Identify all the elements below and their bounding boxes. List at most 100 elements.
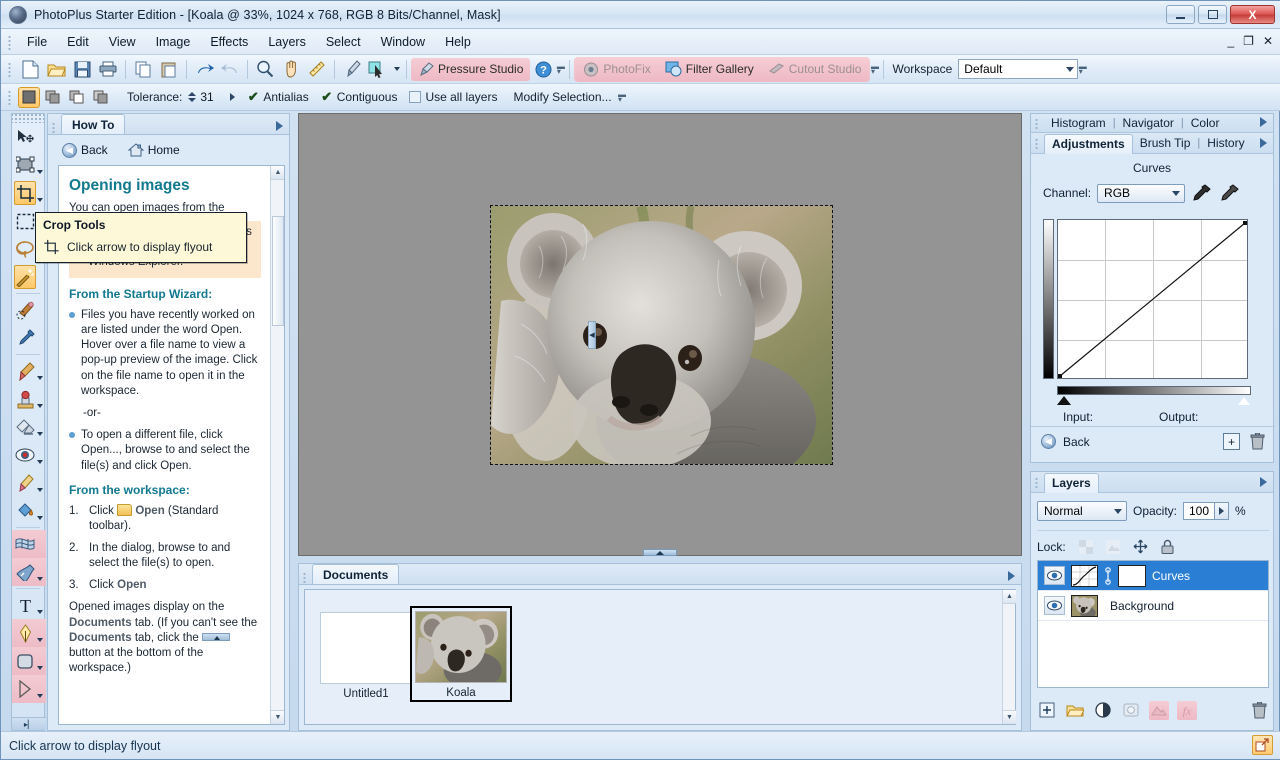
resize-grip-icon[interactable] bbox=[1252, 735, 1273, 755]
move-tool[interactable] bbox=[12, 123, 46, 151]
scroll-up-arrow-icon[interactable]: ▲ bbox=[271, 166, 284, 180]
studio-overflow-button[interactable]: ▬ ▾ bbox=[870, 58, 879, 80]
pen-tool[interactable] bbox=[12, 619, 46, 647]
use-all-layers-checkbox[interactable]: Use all layers bbox=[409, 90, 497, 104]
how-to-grip[interactable] bbox=[51, 121, 58, 134]
how-to-scrollbar[interactable]: ▲ ▼ bbox=[270, 166, 284, 724]
photofix-button[interactable]: PhotoFix bbox=[576, 57, 658, 81]
tab-documents[interactable]: Documents bbox=[312, 564, 400, 584]
transform-tool[interactable] bbox=[12, 151, 46, 179]
scrollbar-thumb[interactable] bbox=[272, 216, 284, 326]
channel-select[interactable]: RGB bbox=[1097, 183, 1186, 203]
brush-icon[interactable] bbox=[340, 58, 364, 81]
paste-icon[interactable] bbox=[157, 58, 181, 81]
panel-expand-icon[interactable] bbox=[1260, 138, 1267, 148]
chevron-down-icon[interactable] bbox=[37, 666, 43, 670]
close-button[interactable]: X bbox=[1230, 5, 1275, 24]
pan-hand-icon[interactable] bbox=[279, 58, 303, 81]
layer-effects-button[interactable] bbox=[1149, 700, 1169, 720]
how-to-home-button[interactable]: Home bbox=[127, 143, 180, 157]
mdi-restore-button[interactable]: ❐ bbox=[1243, 34, 1254, 48]
chevron-down-icon[interactable] bbox=[37, 170, 43, 174]
clone-stamp-tool[interactable] bbox=[12, 385, 46, 413]
scroll-up-arrow-icon[interactable]: ▲ bbox=[1003, 590, 1016, 604]
white-point-slider[interactable] bbox=[1237, 396, 1251, 405]
chevron-down-icon[interactable] bbox=[37, 376, 43, 380]
menu-file[interactable]: File bbox=[17, 32, 57, 52]
tab-histogram[interactable]: Histogram bbox=[1044, 114, 1113, 132]
new-selection-button[interactable] bbox=[18, 86, 40, 108]
measure-icon[interactable] bbox=[305, 58, 329, 81]
menu-edit[interactable]: Edit bbox=[57, 32, 99, 52]
documents-scrollbar[interactable]: ▲ ▼ bbox=[1002, 590, 1016, 724]
intersect-selection-button[interactable] bbox=[90, 87, 112, 108]
lock-all-icon[interactable] bbox=[1161, 539, 1174, 554]
paint-bucket-tool[interactable] bbox=[12, 497, 46, 525]
workspace-select[interactable]: Default bbox=[958, 59, 1079, 79]
adjustment-layer-button[interactable] bbox=[1093, 701, 1113, 720]
toolbox-grip[interactable] bbox=[12, 114, 44, 123]
image-canvas[interactable] bbox=[490, 205, 833, 465]
scroll-down-arrow-icon[interactable]: ▼ bbox=[1003, 710, 1016, 724]
chevron-down-icon[interactable] bbox=[37, 638, 43, 642]
panel-expand-icon[interactable] bbox=[276, 121, 283, 131]
fx-button[interactable]: fx bbox=[1177, 700, 1197, 720]
document-item-koala[interactable]: Koala bbox=[410, 606, 512, 702]
layer-visibility-eye-icon[interactable] bbox=[1044, 566, 1065, 585]
opacity-input[interactable]: 100 bbox=[1183, 502, 1216, 520]
eraser-tool[interactable] bbox=[12, 413, 46, 441]
chevron-down-icon[interactable] bbox=[37, 198, 43, 202]
options-overflow-button[interactable]: ▬ ▾ bbox=[618, 86, 627, 108]
text-tool[interactable]: T bbox=[12, 591, 46, 619]
how-to-back-button[interactable]: ◀ Back bbox=[62, 142, 108, 158]
copy-icon[interactable] bbox=[131, 58, 155, 81]
image-canvas-area[interactable]: ◀ ▶ bbox=[298, 113, 1022, 556]
documents-grip[interactable] bbox=[302, 571, 309, 584]
black-point-slider[interactable] bbox=[1057, 396, 1071, 405]
set-black-point-icon[interactable] bbox=[1191, 182, 1213, 204]
tab-how-to[interactable]: How To bbox=[61, 114, 126, 134]
open-folder-icon[interactable] bbox=[44, 58, 68, 81]
tab-color[interactable]: Color bbox=[1184, 114, 1227, 132]
print-icon[interactable] bbox=[96, 58, 120, 81]
menu-view[interactable]: View bbox=[99, 32, 146, 52]
crop-tool[interactable] bbox=[12, 179, 46, 207]
tab-layers[interactable]: Layers bbox=[1044, 472, 1099, 493]
lock-transparency-icon[interactable] bbox=[1078, 539, 1093, 554]
paintbrush-tool[interactable] bbox=[12, 357, 46, 385]
layer-thumbnail-background[interactable] bbox=[1071, 594, 1098, 617]
layer-mask-button[interactable] bbox=[1121, 701, 1141, 720]
pressure-studio-button[interactable]: Pressure Studio bbox=[411, 57, 531, 81]
blend-mode-select[interactable]: Normal bbox=[1037, 501, 1127, 521]
toolbox-collapse-button[interactable]: ▸▏ bbox=[12, 717, 46, 730]
layer-row-curves[interactable]: Curves bbox=[1038, 561, 1268, 591]
options-grip[interactable] bbox=[7, 89, 14, 105]
set-white-point-icon[interactable] bbox=[1219, 182, 1241, 204]
color-picker-tool[interactable] bbox=[12, 324, 46, 352]
subtract-from-selection-button[interactable] bbox=[66, 87, 88, 108]
mesh-warp-tool[interactable] bbox=[12, 530, 46, 558]
menu-effects[interactable]: Effects bbox=[200, 32, 258, 52]
antialias-checkbox[interactable]: ✔ Antialias bbox=[247, 89, 309, 104]
magic-wand-tool[interactable] bbox=[12, 263, 46, 291]
panel-expand-icon[interactable] bbox=[1008, 571, 1015, 581]
smudge-tool[interactable] bbox=[12, 469, 46, 497]
minimize-button[interactable] bbox=[1166, 5, 1195, 24]
filter-gallery-button[interactable]: Filter Gallery bbox=[657, 57, 761, 81]
zoom-icon[interactable] bbox=[253, 58, 277, 81]
left-panel-splitter[interactable]: ◀ bbox=[588, 320, 596, 349]
node-edit-tool[interactable] bbox=[12, 675, 46, 703]
layer-group-button[interactable] bbox=[1065, 701, 1085, 720]
undo-icon[interactable] bbox=[192, 58, 216, 81]
chevron-down-icon[interactable] bbox=[37, 488, 43, 492]
new-document-icon[interactable] bbox=[18, 58, 42, 81]
warp-brush-tool[interactable] bbox=[12, 558, 46, 586]
mdi-close-button[interactable]: ✕ bbox=[1263, 34, 1273, 48]
toolbar-overflow-button[interactable]: ▬ ▾ bbox=[556, 58, 565, 80]
help-icon[interactable]: ? bbox=[531, 58, 555, 81]
tab-history[interactable]: History bbox=[1200, 133, 1251, 153]
tolerance-stepper[interactable] bbox=[187, 89, 197, 106]
tolerance-value[interactable]: 31 bbox=[200, 90, 220, 104]
shape-tool[interactable] bbox=[12, 647, 46, 675]
adjustments-back-label[interactable]: Back bbox=[1063, 435, 1090, 449]
